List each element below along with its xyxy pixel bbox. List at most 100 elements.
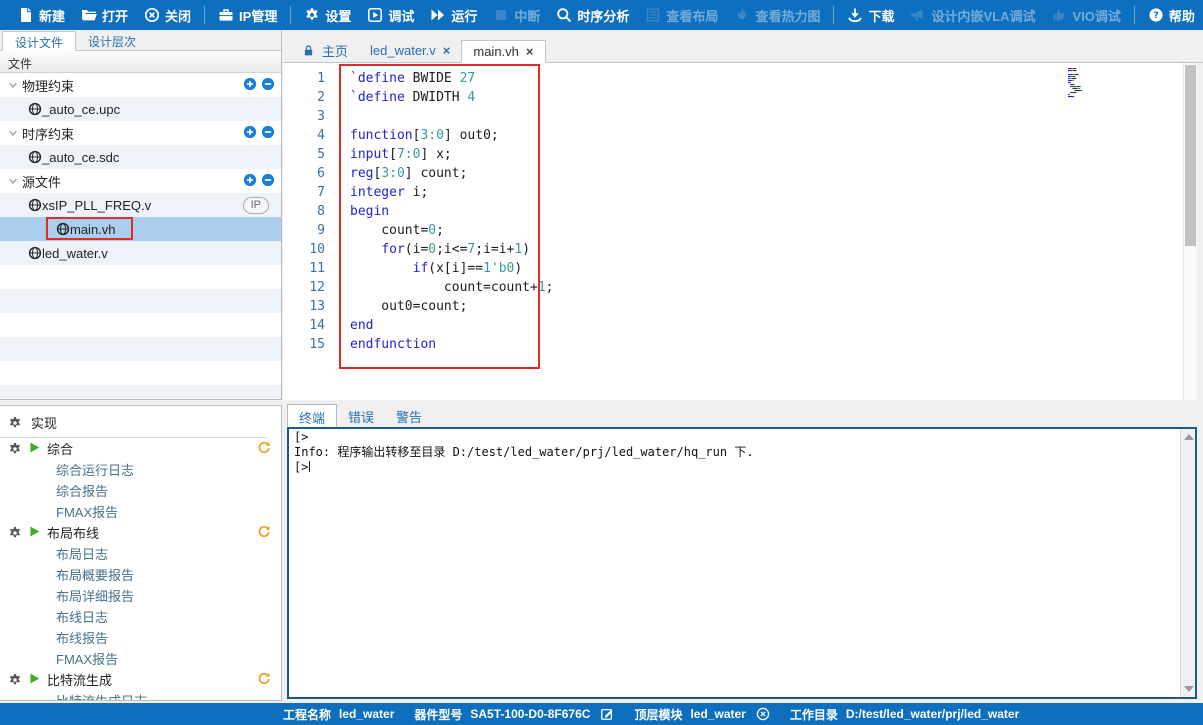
code-line[interactable]: 5input[7:0] x;	[283, 145, 1197, 164]
code-line[interactable]: 14end	[283, 316, 1197, 335]
chevron-down-icon	[8, 80, 18, 90]
tree-section-row[interactable]: 物理约束	[0, 73, 281, 97]
add-file-button[interactable]	[243, 125, 257, 142]
app-window: 新建打开关闭 IP管理设置调试运行中断时序分析查看布局查看热力图下载 设计内嵌VLA…	[0, 0, 1203, 725]
editor-tab-label: led_water.v	[370, 43, 436, 58]
tree-file-row[interactable]: main.vh	[0, 217, 281, 241]
code-line[interactable]: 8begin	[283, 202, 1197, 221]
terminal-output[interactable]: [>Info: 程序输出转移至目录 D:/test/led_water/prj/…	[289, 429, 1180, 697]
globe-icon	[28, 102, 42, 116]
impl-report-item[interactable]: 布局详细报告	[0, 585, 281, 606]
toolbar-button-view-layout[interactable]: 查看布局	[637, 0, 726, 30]
scroll-up-icon[interactable]	[1184, 434, 1194, 440]
code-line[interactable]: 2`define DWIDTH 4	[283, 88, 1197, 107]
code-line[interactable]: 12 count=count+1;	[283, 278, 1197, 297]
impl-report-item[interactable]: 综合运行日志	[0, 459, 281, 480]
terminal-scrollbar[interactable]	[1180, 429, 1195, 697]
remove-file-button[interactable]	[261, 173, 275, 190]
code-line[interactable]: 11 if(x[i]==1'b0)	[283, 259, 1197, 278]
impl-report-item[interactable]: 综合报告	[0, 480, 281, 501]
status-segment: 器件型号SA5T-100-D0-8F676C	[414, 706, 614, 723]
scroll-down-icon[interactable]	[1184, 686, 1194, 692]
toolbar-button-view-heatmap[interactable]: 查看热力图	[726, 0, 828, 30]
toolbar-button-debug[interactable]: 调试	[359, 0, 422, 30]
toolbar-button-ip-manager[interactable]: IP管理	[210, 0, 285, 30]
editor-tab-main-vh[interactable]: main.vh×	[461, 40, 545, 63]
panel-tab-hierarchy[interactable]: 设计层次	[76, 31, 148, 51]
tree-file-row[interactable]: xsIP_PLL_FREQ.vIP	[0, 193, 281, 217]
close-icon[interactable]: ×	[526, 44, 534, 59]
globe-icon	[28, 246, 42, 260]
impl-report-item[interactable]: 比特流生成日志	[0, 690, 281, 701]
toolbar-button-new-file[interactable]: 新建	[10, 0, 73, 30]
toolbar-button-help[interactable]: ?帮助	[1140, 0, 1203, 30]
ip-manager-icon	[218, 7, 234, 23]
code-line[interactable]: 7integer i;	[283, 183, 1197, 202]
impl-group-row[interactable]: 比特流生成	[0, 669, 281, 690]
circle-close-icon[interactable]	[756, 707, 770, 721]
toolbar-button-download[interactable]: 下载	[839, 0, 902, 30]
impl-report-item[interactable]: FMAX报告	[0, 501, 281, 522]
code-editor[interactable]: 1`define BWIDE 272`define DWIDTH 434func…	[283, 63, 1197, 400]
refresh-icon[interactable]	[257, 524, 271, 541]
code-line[interactable]: 10 for(i=0;i<=7;i=i+1)	[283, 240, 1197, 259]
view-layout-icon	[645, 7, 661, 23]
console-tab-errors[interactable]: 错误	[337, 404, 385, 427]
editor-scrollbar[interactable]	[1183, 63, 1197, 400]
tree-section-row[interactable]: 源文件	[0, 169, 281, 193]
add-file-button[interactable]	[243, 77, 257, 94]
remove-file-button[interactable]	[261, 125, 275, 142]
impl-group-row[interactable]: 布局布线	[0, 522, 281, 543]
implementation-tree: 综合综合运行日志综合报告FMAX报告布局布线布局日志布局概要报告布局详细报告布线…	[0, 438, 281, 701]
impl-report-item[interactable]: 布局日志	[0, 543, 281, 564]
status-label: 器件型号	[414, 706, 462, 723]
code-line[interactable]: 13 out0=count;	[283, 297, 1197, 316]
code-line[interactable]: 1`define BWIDE 27	[283, 69, 1197, 88]
toolbar-button-close-circle[interactable]: 关闭	[136, 0, 199, 30]
toolbar-button-label: IP管理	[239, 6, 277, 25]
toolbar-button-interrupt[interactable]: 中断	[485, 0, 548, 30]
refresh-icon[interactable]	[257, 671, 271, 688]
console-tab-warnings[interactable]: 警告	[385, 404, 433, 427]
toolbar-button-timing-analysis[interactable]: 时序分析	[548, 0, 637, 30]
terminal-line: [>	[294, 430, 1175, 445]
edit-icon[interactable]	[600, 707, 614, 721]
editor-tab-led_water-v[interactable]: led_water.v ×	[359, 39, 461, 62]
code-line[interactable]: 15endfunction	[283, 335, 1197, 354]
code-line[interactable]: 9 count=0;	[283, 221, 1197, 240]
add-file-button[interactable]	[243, 173, 257, 190]
editor-tab-label: 主页	[322, 41, 348, 60]
play-icon[interactable]	[28, 672, 41, 688]
code-line[interactable]: 4function[3:0] out0;	[283, 126, 1197, 145]
tree-section-row[interactable]: 时序约束	[0, 121, 281, 145]
tree-file-row[interactable]: led_water.v	[0, 241, 281, 265]
editor-tab---[interactable]: 主页	[291, 39, 359, 62]
close-icon[interactable]: ×	[443, 43, 451, 58]
console-tab-terminal[interactable]: 终端	[287, 404, 337, 427]
impl-report-item[interactable]: 布线报告	[0, 627, 281, 648]
toolbar-button-settings-gear[interactable]: 设置	[296, 0, 359, 30]
toolbar-button-open-folder[interactable]: 打开	[73, 0, 136, 30]
code-line[interactable]: 6reg[3:0] count;	[283, 164, 1197, 183]
play-icon[interactable]	[28, 525, 41, 541]
impl-report-item[interactable]: 布线日志	[0, 606, 281, 627]
panel-tab-files[interactable]: 设计文件	[2, 31, 76, 51]
play-icon[interactable]	[28, 441, 41, 457]
remove-file-button[interactable]	[261, 77, 275, 94]
tree-file-row[interactable]: _auto_ce.sdc	[0, 145, 281, 169]
terminal-panel[interactable]: [>Info: 程序输出转移至目录 D:/test/led_water/prj/…	[287, 427, 1197, 699]
toolbar-button-vio-debug[interactable]: VIO调试	[1043, 0, 1128, 30]
close-circle-icon	[144, 7, 160, 23]
toolbar-button-vla-debug[interactable]: 设计内嵌VLA调试	[902, 0, 1043, 30]
impl-group-row[interactable]: 综合	[0, 438, 281, 459]
impl-report-item[interactable]: FMAX报告	[0, 648, 281, 669]
toolbar-button-run[interactable]: 运行	[422, 0, 485, 30]
terminal-line: Info: 程序输出转移至目录 D:/test/led_water/prj/le…	[294, 445, 1175, 460]
code-line[interactable]: 3	[283, 107, 1197, 126]
tree-file-row[interactable]: _auto_ce.upc	[0, 97, 281, 121]
refresh-icon[interactable]	[257, 440, 271, 457]
line-number: 15	[283, 335, 325, 354]
impl-report-item[interactable]: 布局概要报告	[0, 564, 281, 585]
toolbar-button-label: 设计内嵌VLA调试	[931, 6, 1035, 25]
editor-scroll-thumb[interactable]	[1185, 65, 1196, 246]
